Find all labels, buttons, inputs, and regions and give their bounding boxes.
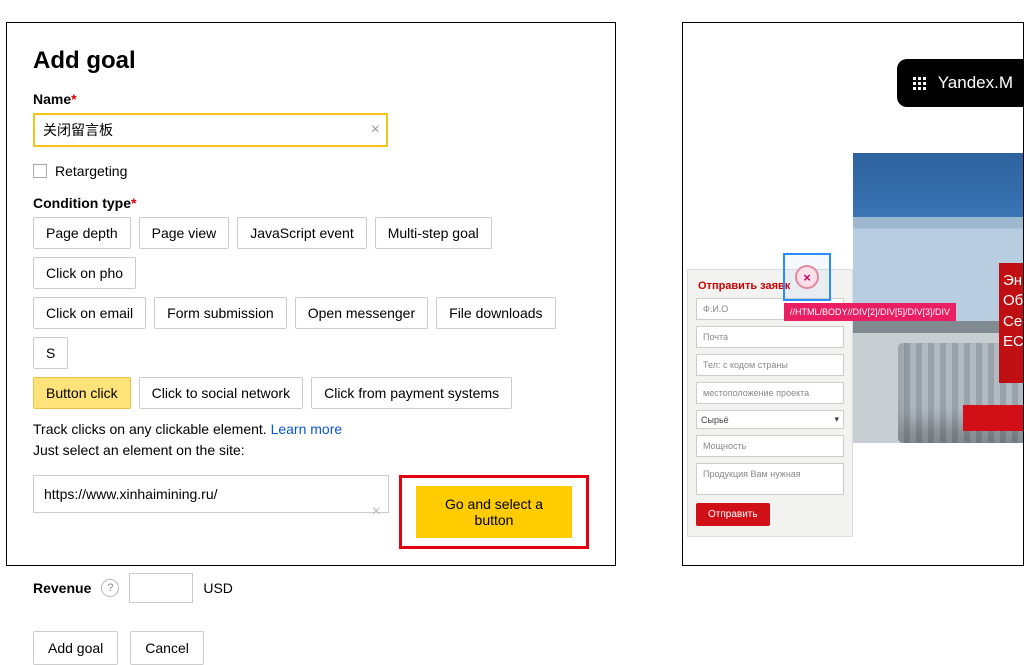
revenue-row: Revenue ? USD — [33, 573, 589, 603]
add-goal-dialog: Add goal Name* × Retargeting Condition t… — [6, 22, 616, 566]
condition-row: Page depthPage viewJavaScript eventMulti… — [33, 217, 589, 289]
condition-option[interactable]: Click on email — [33, 297, 146, 329]
required-marker: * — [71, 91, 76, 107]
yandex-label: Yandex.M — [938, 73, 1013, 93]
revenue-input[interactable] — [129, 573, 193, 603]
help-text: Track clicks on any clickable element. L… — [33, 419, 589, 461]
chevron-down-icon: ▾ — [834, 414, 839, 425]
condition-row: Click on emailForm submissionOpen messen… — [33, 297, 589, 369]
cancel-button[interactable]: Cancel — [130, 631, 204, 665]
name-input-wrap: × — [33, 113, 388, 147]
condition-type-label: Condition type* — [33, 195, 589, 211]
condition-option[interactable]: Multi-step goal — [375, 217, 492, 249]
product-textarea[interactable]: Продукция Вам нужная — [696, 463, 844, 495]
form-submit-button[interactable]: Отправить — [696, 503, 770, 526]
retargeting-label: Retargeting — [55, 163, 127, 179]
yandex-overlay-pill[interactable]: Yandex.M — [897, 59, 1024, 107]
dialog-footer: Add goal Cancel — [33, 631, 589, 665]
tel-field[interactable]: Тел: с кодом страны — [696, 354, 844, 376]
red-side-banner: Эн Об Се ЕС — [999, 263, 1024, 383]
condition-option[interactable]: Open messenger — [295, 297, 428, 329]
revenue-label: Revenue — [33, 580, 91, 596]
element-selection-box[interactable]: × — [783, 253, 831, 301]
condition-option[interactable]: Form submission — [154, 297, 287, 329]
material-select[interactable]: Сырьё ▾ — [696, 410, 844, 429]
clear-icon[interactable]: × — [372, 503, 381, 521]
go-highlight-box: Go and select a button — [399, 475, 589, 549]
email-field[interactable]: Почта — [696, 326, 844, 348]
condition-option[interactable]: Page depth — [33, 217, 131, 249]
go-select-button[interactable]: Go and select a button — [416, 486, 572, 538]
condition-option[interactable]: File downloads — [436, 297, 555, 329]
location-field[interactable]: местоположение проекта — [696, 382, 844, 404]
condition-option[interactable]: Click to social network — [139, 377, 304, 409]
xpath-tooltip: //HTML/BODY//DIV[2]/DIV[5]/DIV[3]/DIV — [784, 303, 956, 321]
condition-option[interactable]: Click on pho — [33, 257, 136, 289]
dialog-title: Add goal — [33, 47, 589, 75]
condition-option[interactable]: S — [33, 337, 68, 369]
name-input[interactable] — [33, 113, 388, 147]
condition-option[interactable]: Button click — [33, 377, 131, 409]
site-url-input[interactable] — [33, 475, 389, 513]
red-rail — [963, 405, 1024, 431]
add-goal-button[interactable]: Add goal — [33, 631, 118, 665]
learn-more-link[interactable]: Learn more — [271, 421, 343, 437]
retargeting-row[interactable]: Retargeting — [33, 163, 589, 179]
name-label: Name* — [33, 91, 589, 107]
retargeting-checkbox[interactable] — [33, 164, 47, 178]
help-icon[interactable]: ? — [101, 579, 119, 597]
power-field[interactable]: Мощность — [696, 435, 844, 457]
clear-icon[interactable]: × — [371, 121, 380, 139]
revenue-currency: USD — [203, 580, 233, 596]
condition-option[interactable]: JavaScript event — [237, 217, 367, 249]
url-input-wrap: × — [33, 475, 389, 549]
condition-option[interactable]: Page view — [139, 217, 230, 249]
url-row: × Go and select a button — [33, 475, 589, 549]
condition-option[interactable]: Click from payment systems — [311, 377, 512, 409]
condition-row: Button clickClick to social networkClick… — [33, 377, 589, 409]
required-marker: * — [131, 195, 136, 211]
apps-grid-icon — [913, 77, 926, 90]
close-icon[interactable]: × — [795, 265, 819, 289]
site-preview-panel: Yandex.M Эн Об Се ЕС Отправить заявк Ф.И… — [682, 22, 1024, 566]
